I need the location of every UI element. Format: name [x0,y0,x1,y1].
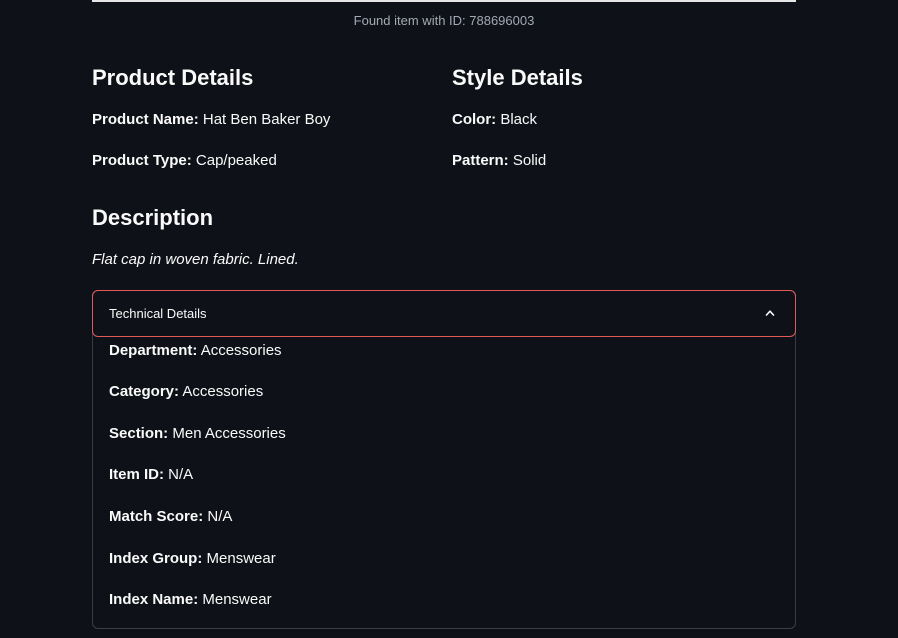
image-caption: Found item with ID: 788696003 [353,13,535,28]
color-value: Black [496,111,538,128]
pattern-value: Solid [508,152,547,169]
description-section: Description Flat cap in woven fabric. Li… [92,204,796,268]
department-value: Accessories [197,342,282,359]
chevron-up-icon [765,310,775,316]
item-id-value: N/A [164,466,194,483]
product-details-heading: Product Details [92,65,254,90]
section-label: Section: [109,425,169,442]
product-page: Found item with ID: 788696003 Product De… [0,0,898,638]
product-name-value: Hat Ben Baker Boy [198,111,331,128]
match-score-label: Match Score: [109,508,204,525]
product-type-value: Cap/peaked [191,152,277,169]
style-details-column: Style Details Color: Black Pattern: Soli… [452,64,792,169]
department-field: Department: Accessories [109,341,282,361]
item-id-label: Item ID: [109,466,165,483]
match-score-field: Match Score: N/A [109,507,232,527]
match-score-value: N/A [203,508,233,525]
index-group-label: Index Group: [109,550,203,567]
category-label: Category: [109,383,180,400]
pattern-label: Pattern: [452,152,509,169]
category-value: Accessories [179,383,264,400]
technical-details-toggle[interactable]: Technical Details [92,290,796,337]
index-group-value: Menswear [202,550,276,567]
description-text: Flat cap in woven fabric. Lined. [92,251,299,268]
category-field: Category: Accessories [109,382,263,402]
pattern-field: Pattern: Solid [452,151,546,171]
section-value: Men Accessories [168,425,286,442]
style-details-heading: Style Details [452,65,583,90]
description-heading: Description [92,205,214,230]
product-details-column: Product Details Product Name: Hat Ben Ba… [92,64,432,169]
product-name-field: Product Name: Hat Ben Baker Boy [92,110,330,130]
product-type-field: Product Type: Cap/peaked [92,151,277,171]
technical-details-title: Technical Details [109,306,207,321]
section-field: Section: Men Accessories [109,424,286,444]
color-field: Color: Black [452,110,537,130]
product-name-label: Product Name: [92,111,199,128]
department-label: Department: [109,342,198,359]
product-image-edge [92,0,796,2]
product-type-label: Product Type: [92,152,192,169]
index-name-field: Index Name: Menswear [109,590,272,610]
index-group-field: Index Group: Menswear [109,549,276,569]
technical-details-expander: Technical Details Department: Accessorie… [92,290,796,629]
index-name-value: Menswear [198,591,272,608]
color-label: Color: [452,111,497,128]
index-name-label: Index Name: [109,591,199,608]
item-id-field: Item ID: N/A [109,465,193,485]
